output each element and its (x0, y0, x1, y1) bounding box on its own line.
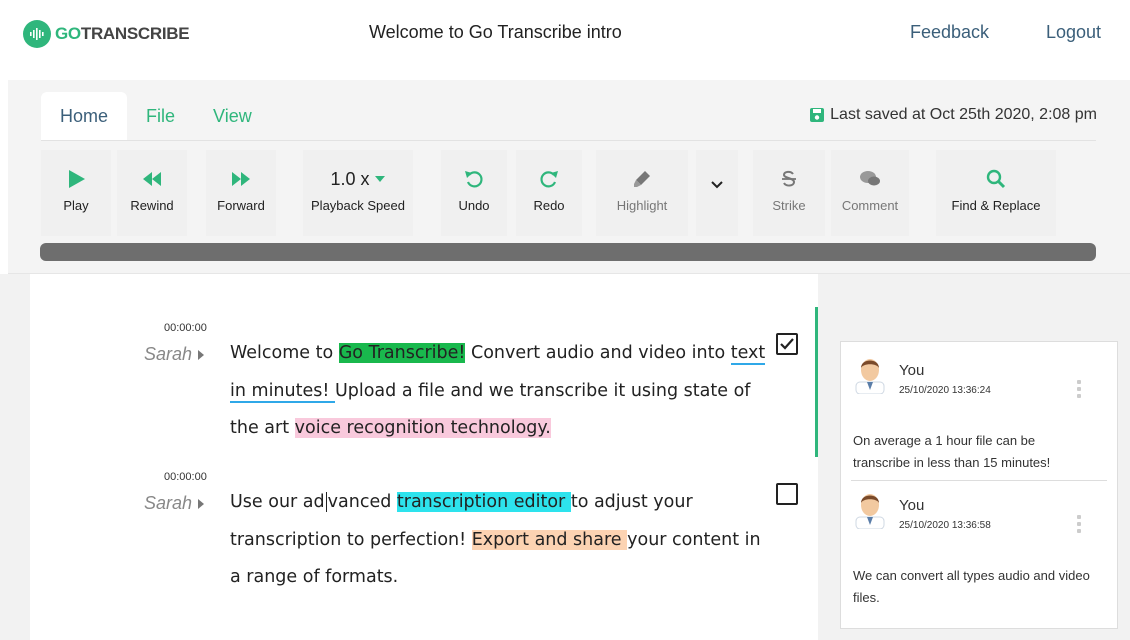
undo-label: Undo (458, 198, 490, 213)
redo-button[interactable]: Redo (516, 150, 582, 236)
strikethrough-icon (782, 170, 796, 187)
comment-author: You (899, 362, 925, 379)
transcript-paragraph[interactable]: Use our ad vanced transcription editor to… (230, 484, 770, 597)
magnifier-icon (986, 169, 1006, 189)
play-button[interactable]: Play (41, 150, 111, 236)
tab-home[interactable]: Home (41, 92, 128, 140)
checkmark-icon (780, 338, 794, 350)
speech-bubbles-icon (860, 171, 880, 186)
fast-forward-icon (232, 172, 250, 186)
logo-text-rest: TRANSCRIBE (80, 24, 190, 43)
segment-timestamp[interactable]: 00:00:00 (164, 322, 207, 334)
marker-icon (634, 171, 650, 187)
more-vertical-icon[interactable] (1077, 380, 1081, 398)
segment-checkbox-checked[interactable] (776, 333, 798, 355)
speaker-label[interactable]: Sarah (144, 493, 205, 514)
comment-label: Comment (841, 198, 899, 213)
redo-label: Redo (533, 198, 565, 213)
text-run: Welcome to (230, 343, 339, 363)
caret-down-icon (374, 176, 385, 182)
highlighted-text: Export and share (471, 529, 628, 550)
save-status: Last saved at Oct 25th 2020, 2:08 pm (809, 106, 1097, 124)
tab-file[interactable]: File (127, 92, 194, 140)
ribbon-toolbar: Play Rewind Forward 1.0 x Playback Speed… (41, 150, 1096, 236)
redo-icon (540, 171, 558, 188)
transcript-paragraph[interactable]: Welcome to Go Transcribe! Convert audio … (230, 335, 770, 448)
comments-panel: You 25/10/2020 13:36:24 On average a 1 h… (840, 341, 1118, 629)
caret-right-icon (198, 498, 205, 509)
comment-text: On average a 1 hour file can be transcri… (853, 433, 1051, 470)
highlight-label: Highlight (616, 198, 668, 213)
find-replace-label: Find & Replace (951, 198, 1041, 213)
text-cursor (325, 492, 327, 512)
highlighted-text: voice recognition technology. (294, 418, 551, 438)
speaker-name: Sarah (144, 493, 193, 513)
comment-text: We can convert all types audio and video… (853, 568, 1090, 605)
strike-button[interactable]: Strike (753, 150, 825, 236)
strike-label: Strike (772, 198, 806, 213)
highlight-options-dropdown[interactable] (696, 150, 738, 236)
comment-card[interactable]: You 25/10/2020 13:36:24 On average a 1 h… (841, 342, 1117, 478)
feedback-link[interactable]: Feedback (910, 22, 989, 43)
speaker-label[interactable]: Sarah (144, 344, 205, 365)
find-replace-button[interactable]: Find & Replace (936, 150, 1056, 236)
forward-label: Forward (217, 198, 265, 213)
rewind-icon (143, 172, 161, 186)
more-vertical-icon[interactable] (1077, 515, 1081, 533)
caret-right-icon (198, 349, 205, 360)
comment-author: You (899, 497, 925, 514)
comment-timestamp: 25/10/2020 13:36:58 (899, 520, 991, 531)
logout-link[interactable]: Logout (1046, 22, 1101, 43)
undo-icon (465, 171, 483, 188)
comment-card[interactable]: You 25/10/2020 13:36:58 We can convert a… (841, 477, 1117, 627)
gotranscribe-logo[interactable]: GOTRANSCRIBE (23, 20, 190, 48)
highlight-button[interactable]: Highlight (596, 150, 688, 236)
document-title: Welcome to Go Transcribe intro (369, 22, 622, 42)
tab-view[interactable]: View (194, 92, 271, 140)
chevron-down-icon (711, 181, 723, 189)
audio-progress-bar[interactable] (40, 243, 1096, 261)
play-icon (69, 170, 85, 188)
highlighted-text: transcription editor (396, 492, 571, 512)
rewind-label: Rewind (130, 198, 174, 213)
segment-checkbox-unchecked[interactable] (776, 483, 798, 505)
speaker-name: Sarah (144, 344, 193, 364)
logo-text: GOTRANSCRIBE (55, 24, 190, 44)
avatar (853, 356, 887, 399)
text-run: Use our ad (230, 492, 325, 512)
comment-button[interactable]: Comment (831, 150, 909, 236)
floppy-disk-icon (810, 108, 825, 122)
ribbon-tabs: Home File View (41, 92, 271, 140)
text-run: vanced (327, 492, 397, 512)
waveform-icon (23, 20, 51, 48)
highlighted-text: Go Transcribe! (338, 343, 466, 363)
app-header: GOTRANSCRIBE Welcome to Go Transcribe in… (0, 0, 1130, 72)
play-label: Play (63, 198, 89, 213)
avatar (853, 491, 887, 534)
undo-button[interactable]: Undo (441, 150, 507, 236)
comment-timestamp: 25/10/2020 13:36:24 (899, 385, 991, 396)
playback-speed-label: Playback Speed (311, 198, 405, 213)
forward-button[interactable]: Forward (206, 150, 276, 236)
toolbar-area: Home File View Last saved at Oct 25th 20… (8, 80, 1130, 274)
active-segment-indicator (815, 307, 818, 457)
playback-speed-value: 1.0 x (330, 168, 370, 189)
save-status-text: Last saved at Oct 25th 2020, 2:08 pm (830, 106, 1097, 123)
playback-speed-dropdown[interactable]: 1.0 x Playback Speed (303, 150, 413, 236)
rewind-button[interactable]: Rewind (117, 150, 187, 236)
logo-text-go: GO (55, 24, 81, 43)
text-run: Convert audio and video into (465, 343, 731, 363)
segment-timestamp[interactable]: 00:00:00 (164, 471, 207, 483)
tab-divider (41, 140, 1096, 141)
